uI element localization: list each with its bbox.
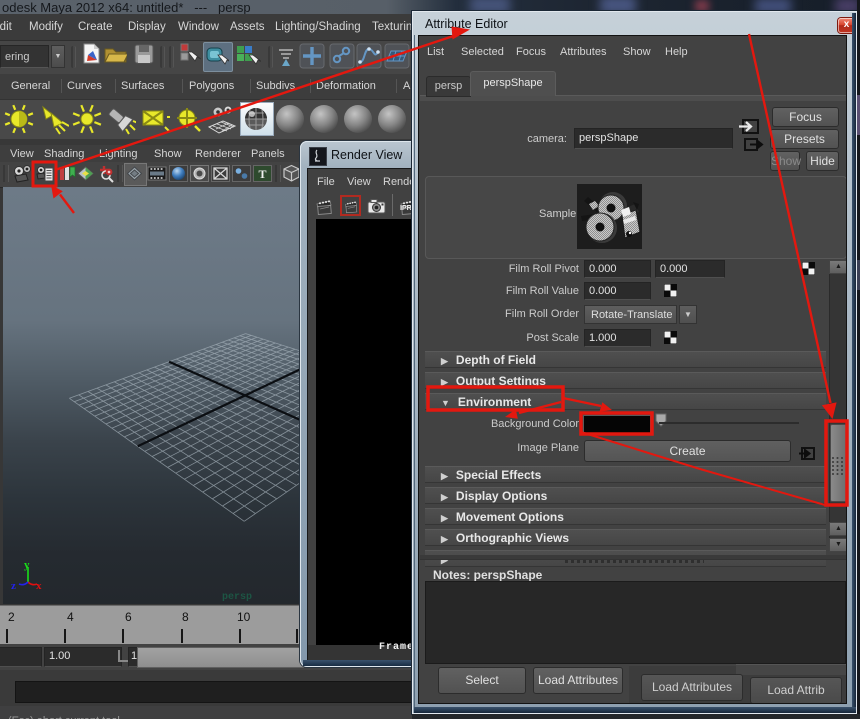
svg-text:x: x bbox=[36, 580, 42, 592]
svg-text:persp: persp bbox=[222, 592, 252, 603]
svg-text:T: T bbox=[258, 167, 266, 181]
svg-text:z: z bbox=[11, 580, 16, 592]
svg-text:y: y bbox=[24, 559, 30, 571]
